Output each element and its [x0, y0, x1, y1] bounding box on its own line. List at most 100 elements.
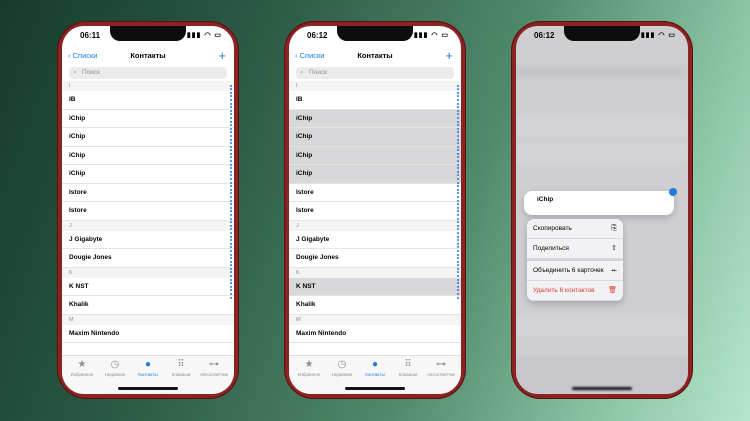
index-letter[interactable] [457, 181, 459, 184]
tab-person[interactable]: ● Контакты [131, 360, 165, 378]
index-letter[interactable] [230, 167, 232, 170]
index-letter[interactable] [457, 246, 459, 249]
contact-row[interactable]: K NST [62, 278, 234, 296]
index-letter[interactable] [457, 203, 459, 206]
index-letter[interactable] [230, 178, 232, 181]
contact-row[interactable]: Istore [289, 202, 461, 221]
index-letter[interactable] [230, 145, 232, 148]
contact-row[interactable]: iChip [289, 146, 461, 165]
index-letter[interactable] [230, 163, 232, 166]
index-letter[interactable] [230, 102, 232, 105]
contact-row[interactable]: iChip [62, 110, 234, 128]
index-letter[interactable] [230, 239, 232, 242]
contact-row[interactable]: iChip [289, 165, 461, 184]
index-letter[interactable] [457, 242, 459, 245]
index-letter[interactable] [457, 231, 459, 234]
index-letter[interactable] [457, 134, 459, 137]
index-letter[interactable] [457, 199, 459, 202]
index-letter[interactable] [457, 178, 459, 181]
menu-item-trash[interactable]: Удалить 6 контактов 🗑 [527, 281, 623, 301]
index-letter[interactable] [457, 210, 459, 213]
index-letter[interactable] [457, 264, 459, 267]
contact-row[interactable]: iChip [62, 128, 234, 147]
tab-clock[interactable]: ◷ Недавние [325, 360, 359, 378]
index-letter[interactable] [230, 242, 232, 245]
contact-row[interactable]: Istore [289, 184, 461, 202]
index-letter[interactable] [457, 109, 459, 112]
index-letter[interactable] [457, 113, 459, 116]
add-contact-button[interactable]: + [445, 48, 453, 63]
contact-row[interactable]: iChip [289, 109, 461, 128]
index-letter[interactable] [230, 196, 232, 198]
tab-keypad[interactable]: ⠿ Клавиши [164, 360, 198, 378]
index-letter[interactable] [457, 174, 459, 177]
contact-row[interactable]: J Gigabyte [289, 231, 461, 249]
index-letter[interactable] [230, 296, 232, 299]
index-letter[interactable] [457, 116, 459, 119]
index-letter[interactable] [230, 185, 232, 188]
index-letter[interactable] [457, 127, 459, 130]
contact-row[interactable]: iChip [289, 128, 461, 147]
index-letter[interactable] [230, 131, 232, 134]
tab-voicemail[interactable]: ⊶ Автоответчик [424, 360, 458, 378]
index-letter[interactable] [457, 275, 459, 278]
index-letter[interactable] [230, 91, 232, 94]
index-letter[interactable] [230, 275, 232, 278]
index-letter[interactable] [230, 260, 232, 263]
index-letter[interactable] [230, 253, 232, 256]
index-letter[interactable] [457, 285, 459, 288]
index-letter[interactable] [230, 210, 232, 213]
contact-row[interactable]: IB [289, 91, 461, 110]
index-letter[interactable] [230, 221, 232, 224]
contact-row[interactable]: iChip [62, 147, 234, 165]
index-letter[interactable] [230, 267, 232, 270]
index-letter[interactable] [230, 116, 232, 119]
index-letter[interactable] [230, 213, 232, 216]
index-letter[interactable] [230, 120, 232, 123]
index-letter[interactable] [457, 293, 459, 296]
index-letter[interactable] [457, 84, 459, 87]
menu-item-merge[interactable]: Объединить 6 карточек ⤝ [527, 261, 623, 281]
index-letter[interactable] [230, 228, 232, 231]
index-letter[interactable] [230, 224, 232, 227]
contact-row[interactable]: Maxim Nintendo [289, 325, 461, 343]
index-letter[interactable] [457, 278, 459, 281]
index-letter[interactable] [457, 88, 459, 91]
index-letter[interactable] [457, 271, 459, 274]
index-letter[interactable] [457, 260, 459, 263]
index-letter[interactable] [457, 185, 459, 188]
index-letter[interactable] [230, 278, 232, 281]
index-letter[interactable] [457, 167, 459, 170]
index-letter[interactable] [457, 170, 459, 173]
index-letter[interactable] [230, 149, 232, 152]
contact-row[interactable]: iChip [62, 165, 234, 184]
index-letter[interactable] [457, 188, 459, 191]
index-letter[interactable] [230, 84, 232, 87]
index-letter[interactable] [230, 138, 232, 141]
tab-clock[interactable]: ◷ Недавние [98, 360, 132, 378]
index-letter[interactable] [230, 257, 232, 260]
contact-preview[interactable]: iChip [524, 188, 677, 215]
index-letter[interactable] [230, 282, 232, 285]
index-letter[interactable] [230, 134, 232, 137]
index-letter[interactable] [230, 98, 232, 101]
index-letter[interactable] [457, 296, 459, 299]
index-letter[interactable] [457, 235, 459, 238]
index-letter[interactable] [457, 160, 459, 163]
contact-row[interactable]: Dougie Jones [289, 249, 461, 268]
index-letter[interactable] [230, 231, 232, 234]
index-letter[interactable] [230, 113, 232, 116]
index-letter[interactable] [230, 152, 232, 155]
contact-row[interactable]: Khalik [289, 296, 461, 315]
index-letter[interactable] [230, 293, 232, 296]
tab-star[interactable]: ★ Избранное [292, 360, 326, 378]
index-letter[interactable] [230, 95, 232, 98]
contact-row[interactable]: Istore [62, 184, 234, 202]
alphabet-index[interactable] [229, 83, 233, 350]
contact-row[interactable]: IB [62, 91, 234, 110]
index-letter[interactable] [230, 160, 232, 163]
index-letter[interactable] [230, 217, 232, 220]
index-letter[interactable] [457, 267, 459, 270]
index-letter[interactable] [457, 206, 459, 209]
menu-item-copy[interactable]: Скопировать ⎘ [527, 219, 623, 239]
